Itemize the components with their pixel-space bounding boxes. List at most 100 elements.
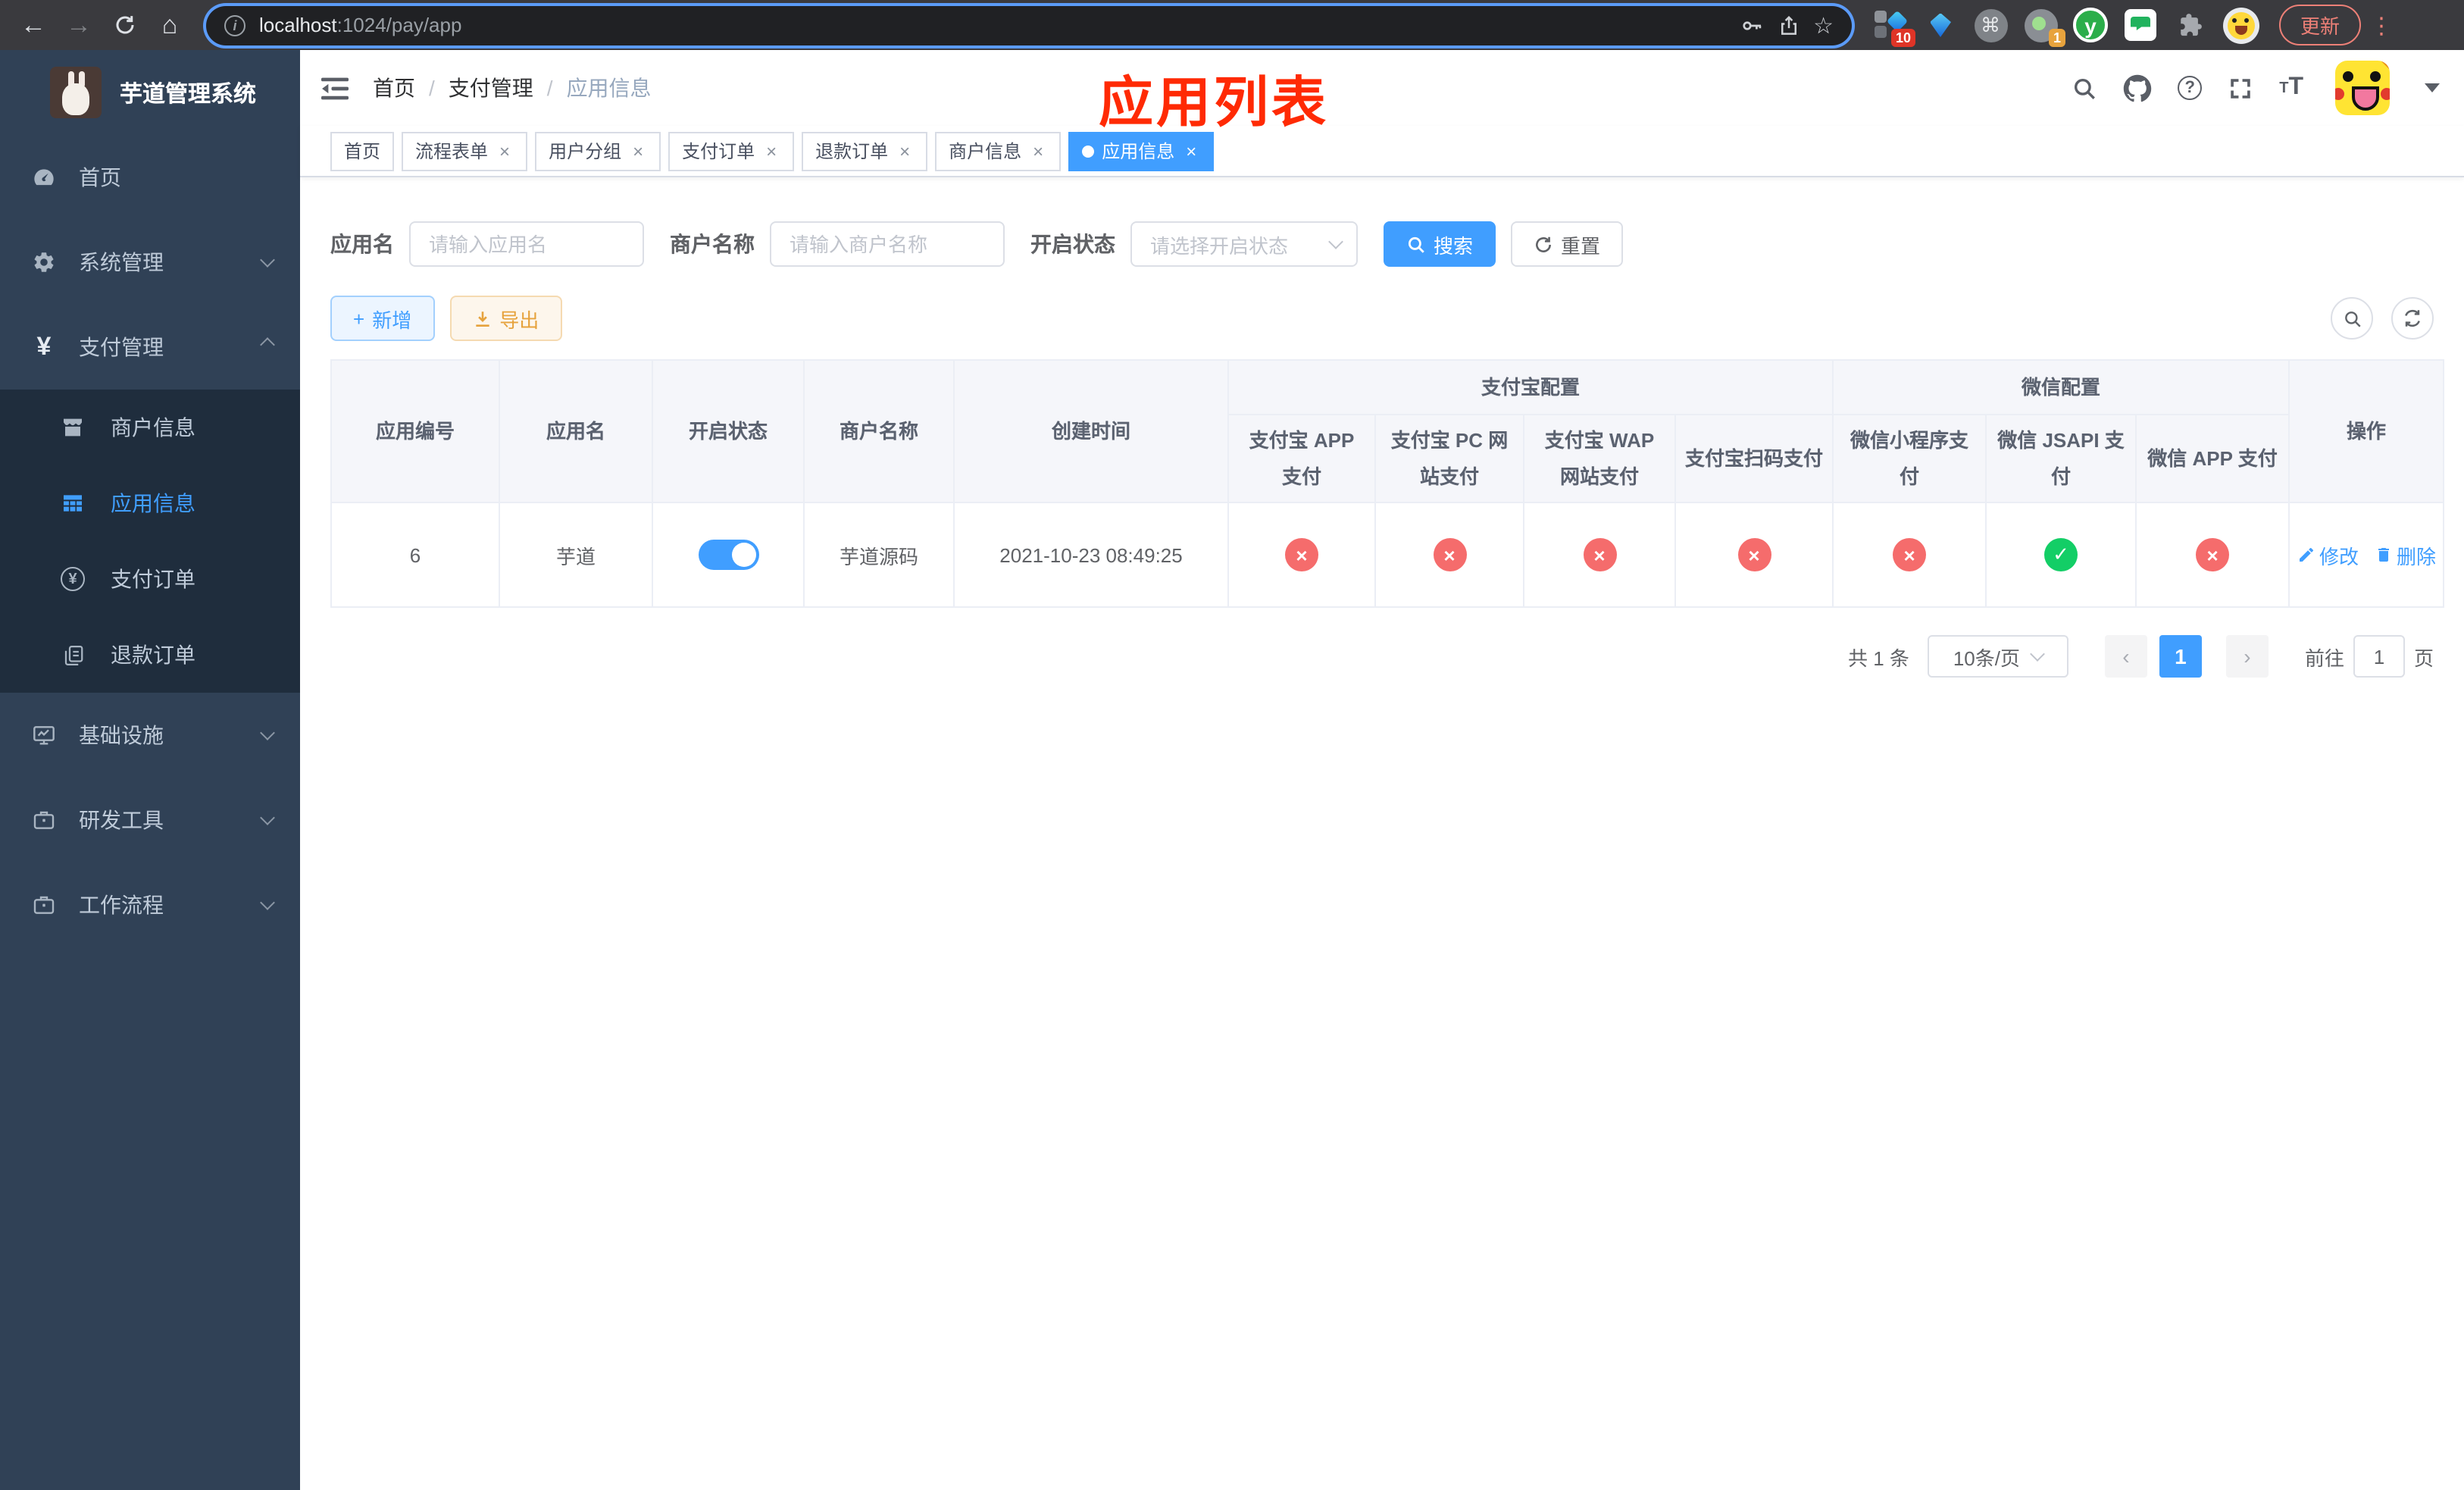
sidebar-item-pay-order[interactable]: ¥ 支付订单 bbox=[0, 541, 300, 617]
sidebar-item-devtools[interactable]: 研发工具 bbox=[0, 778, 300, 862]
home-icon[interactable]: ⌂ bbox=[149, 4, 191, 46]
cell-created: 2021-10-23 08:49:25 bbox=[953, 502, 1229, 608]
export-button[interactable]: 导出 bbox=[449, 296, 562, 341]
font-size-icon[interactable]: TT bbox=[2279, 74, 2303, 102]
col-header-alipay-wap: 支付宝 WAP 网站支付 bbox=[1523, 414, 1676, 503]
bookmark-star-icon[interactable]: ☆ bbox=[1813, 11, 1834, 39]
monitor-icon bbox=[30, 723, 58, 747]
search-button[interactable]: 搜索 bbox=[1384, 221, 1496, 267]
merchant-name-input[interactable] bbox=[770, 221, 1005, 267]
url-host: localhost bbox=[259, 14, 337, 36]
fail-status-icon bbox=[1433, 538, 1466, 571]
close-icon[interactable]: × bbox=[1182, 140, 1200, 161]
close-icon[interactable]: × bbox=[629, 140, 647, 161]
app-name-input[interactable] bbox=[409, 221, 644, 267]
browser-toolbar: ← → ⌂ i localhost:1024/pay/app ☆ 10 ⌘ 1 … bbox=[0, 0, 2464, 50]
cell-app-name: 芋道 bbox=[499, 502, 653, 608]
extension-icon-1[interactable]: 10 bbox=[1870, 5, 1915, 47]
share-icon[interactable] bbox=[1777, 13, 1800, 37]
extension-icon-2[interactable] bbox=[1920, 5, 1961, 45]
sidebar-item-system[interactable]: 系统管理 bbox=[0, 220, 300, 305]
col-header-created: 创建时间 bbox=[953, 359, 1229, 503]
chrome-update-button[interactable]: 更新 bbox=[2279, 5, 2362, 45]
tag-home[interactable]: 首页 bbox=[330, 131, 395, 171]
status-toggle[interactable] bbox=[698, 540, 758, 570]
sidebar-item-pay[interactable]: ¥ 支付管理 bbox=[0, 305, 300, 390]
reload-icon[interactable] bbox=[103, 4, 145, 46]
sidebar-item-app-info[interactable]: 应用信息 bbox=[0, 465, 300, 541]
reset-button[interactable]: 重置 bbox=[1511, 221, 1624, 267]
back-icon[interactable]: ← bbox=[12, 4, 55, 46]
sidebar-menu: 首页 系统管理 ¥ 支付管理 商户信息 应用信息 ¥ 支付订单 退款订单 基础设… bbox=[0, 135, 300, 947]
col-header-wechat-jsapi: 微信 JSAPI 支付 bbox=[1985, 414, 2137, 503]
extensions-puzzle-icon[interactable] bbox=[2170, 5, 2211, 45]
sidebar-item-merchant-info[interactable]: 商户信息 bbox=[0, 390, 300, 465]
toggle-search-button[interactable] bbox=[2331, 297, 2373, 340]
sidebar-submenu-pay: 商户信息 应用信息 ¥ 支付订单 退款订单 bbox=[0, 390, 300, 693]
sidebar-item-label: 支付订单 bbox=[111, 567, 195, 591]
page-size-select[interactable]: 10条/页 bbox=[1927, 635, 2068, 678]
refresh-table-button[interactable] bbox=[2391, 297, 2434, 340]
url-bar[interactable]: i localhost:1024/pay/app ☆ bbox=[206, 5, 1852, 45]
sidebar-collapse-icon[interactable] bbox=[321, 75, 349, 101]
forward-icon[interactable]: → bbox=[58, 4, 100, 46]
pagination: 共 1 条 10条/页 ‹ 1 › 前往 页 bbox=[330, 635, 2434, 678]
extension-icon-6[interactable] bbox=[2120, 5, 2161, 45]
sidebar-item-infra[interactable]: 基础设施 bbox=[0, 693, 300, 778]
col-header-alipay-pc: 支付宝 PC 网站支付 bbox=[1374, 414, 1524, 503]
tag-user-group[interactable]: 用户分组 × bbox=[535, 131, 661, 171]
breadcrumb-home[interactable]: 首页 bbox=[373, 73, 415, 103]
edit-link[interactable]: 修改 bbox=[2297, 540, 2359, 569]
cell-wechat-jsapi bbox=[1985, 502, 2137, 608]
extension-icon-4[interactable]: 1 bbox=[2020, 5, 2065, 47]
next-page-button[interactable]: › bbox=[2225, 635, 2269, 678]
tag-pay-order[interactable]: 支付订单 × bbox=[668, 131, 795, 171]
sidebar-item-refund-order[interactable]: 退款订单 bbox=[0, 617, 300, 693]
github-icon[interactable] bbox=[2123, 74, 2152, 102]
close-icon[interactable]: × bbox=[496, 140, 514, 161]
cell-app-id: 6 bbox=[330, 502, 500, 608]
sidebar-item-label: 应用信息 bbox=[111, 491, 195, 515]
page-1-button[interactable]: 1 bbox=[2159, 635, 2202, 678]
user-menu-caret-icon[interactable] bbox=[2425, 83, 2440, 92]
chevron-down-icon bbox=[2030, 646, 2045, 662]
help-icon[interactable]: ? bbox=[2178, 76, 2203, 100]
status-select[interactable]: 请选择开启状态 bbox=[1130, 221, 1358, 267]
fail-status-icon bbox=[1893, 538, 1927, 571]
page-unit-label: 页 bbox=[2413, 646, 2434, 669]
sidebar-item-workflow[interactable]: 工作流程 bbox=[0, 862, 300, 947]
user-avatar[interactable] bbox=[2335, 61, 2390, 115]
tag-process-form[interactable]: 流程表单 × bbox=[402, 131, 528, 171]
url-text: localhost:1024/pay/app bbox=[259, 14, 1725, 36]
breadcrumb-pay[interactable]: 支付管理 bbox=[449, 73, 533, 103]
cell-wechat-app bbox=[2135, 502, 2290, 608]
extension-icon-5[interactable]: y bbox=[2070, 5, 2111, 45]
sidebar: 芋道管理系统 首页 系统管理 ¥ 支付管理 商户信息 应用信息 ¥ 支付订单 退… bbox=[0, 50, 300, 1490]
cell-ops: 修改 删除 bbox=[2288, 502, 2445, 608]
browser-menu-icon[interactable]: ⋮ bbox=[2370, 11, 2393, 39]
gear-icon bbox=[30, 250, 58, 274]
prev-page-button[interactable]: ‹ bbox=[2104, 635, 2147, 678]
goto-page-input[interactable] bbox=[2353, 635, 2405, 678]
fullscreen-icon[interactable] bbox=[2228, 75, 2253, 101]
grid-icon bbox=[59, 491, 86, 515]
sidebar-item-home[interactable]: 首页 bbox=[0, 135, 300, 220]
tag-refund-order[interactable]: 退款订单 × bbox=[802, 131, 928, 171]
tag-merchant-info[interactable]: 商户信息 × bbox=[935, 131, 1062, 171]
cell-status bbox=[652, 502, 805, 608]
close-icon[interactable]: × bbox=[1029, 140, 1047, 161]
site-info-icon[interactable]: i bbox=[224, 14, 245, 36]
browser-profile-avatar[interactable] bbox=[2220, 5, 2261, 45]
close-icon[interactable]: × bbox=[762, 140, 780, 161]
add-button[interactable]: + 新增 bbox=[330, 296, 435, 341]
password-key-icon[interactable] bbox=[1739, 13, 1763, 37]
search-icon[interactable] bbox=[2072, 75, 2097, 101]
yen-icon: ¥ bbox=[36, 332, 52, 361]
merchant-name-label: 商户名称 bbox=[670, 232, 755, 256]
col-header-wechat-app: 微信 APP 支付 bbox=[2135, 414, 2290, 503]
sidebar-item-label: 研发工具 bbox=[79, 808, 164, 832]
sidebar-logo-row[interactable]: 芋道管理系统 bbox=[0, 50, 300, 135]
extension-icon-3[interactable]: ⌘ bbox=[1970, 5, 2011, 45]
close-icon[interactable]: × bbox=[896, 140, 914, 161]
delete-link[interactable]: 删除 bbox=[2374, 540, 2436, 569]
